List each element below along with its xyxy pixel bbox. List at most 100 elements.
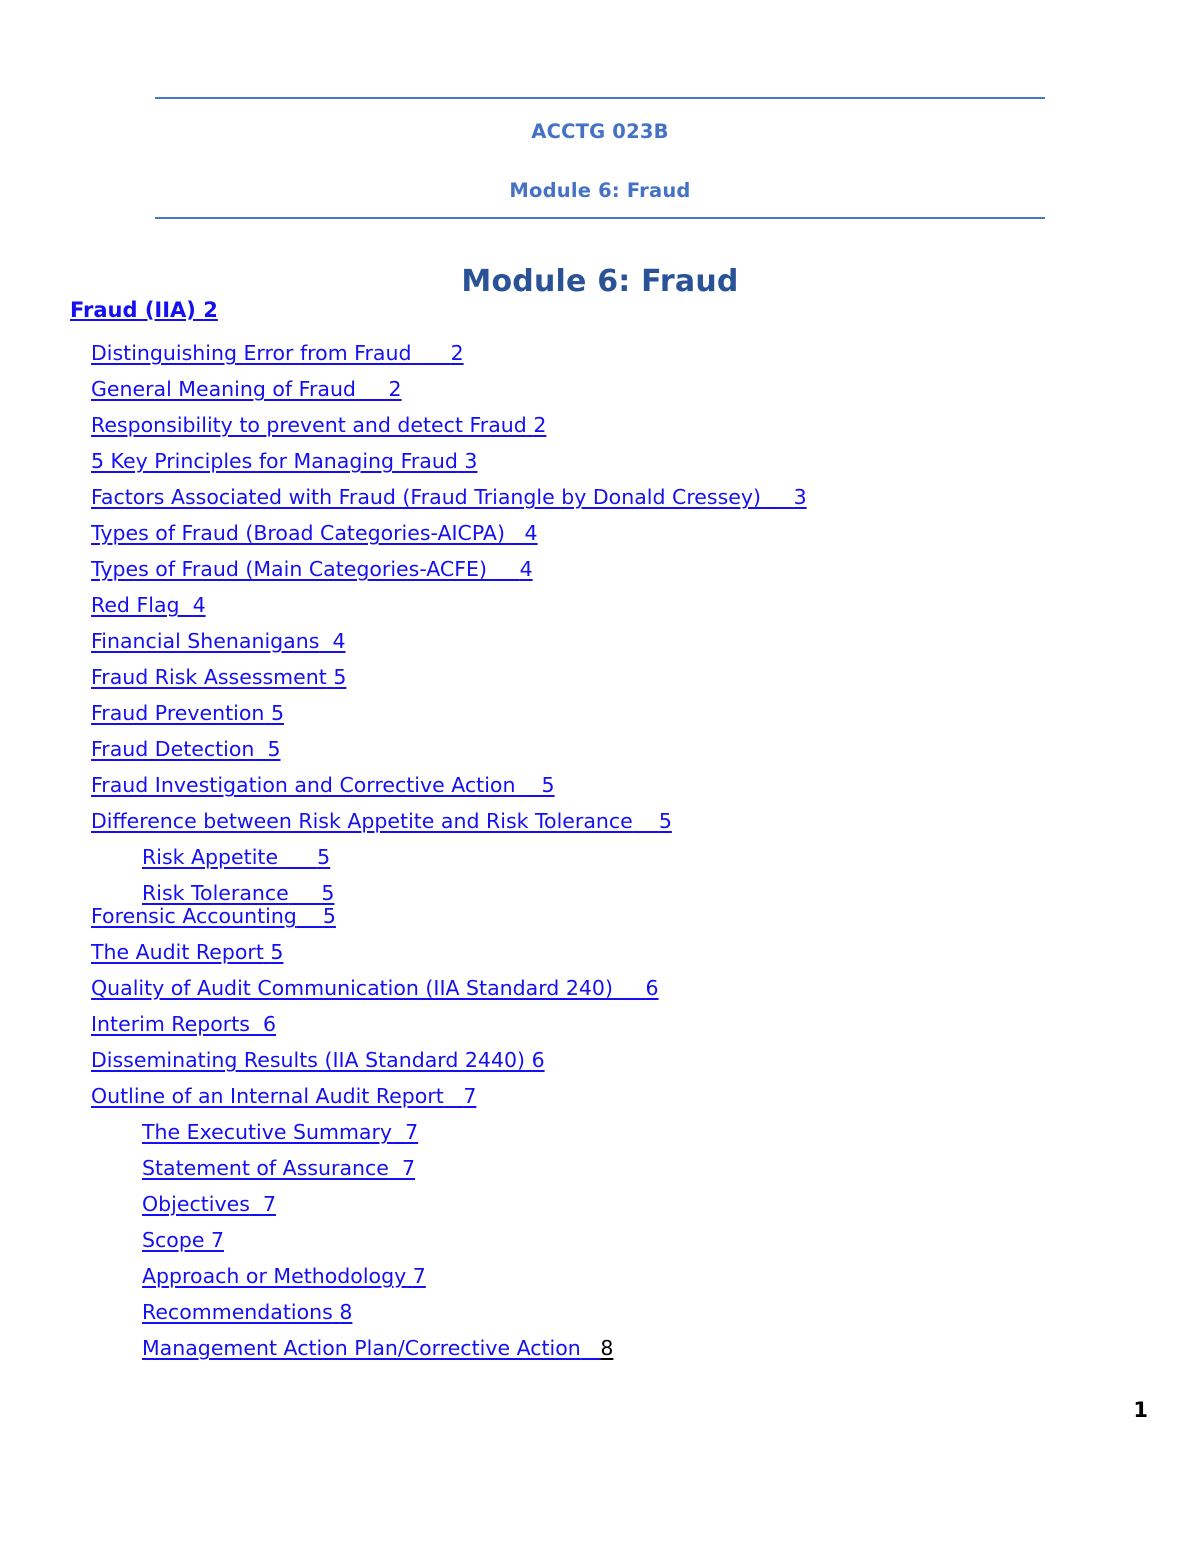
- toc-entry[interactable]: Quality of Audit Communication (IIA Stan…: [91, 978, 1150, 999]
- toc-entry[interactable]: Statement of Assurance 7: [142, 1158, 1150, 1179]
- toc-entry-leader: [389, 1156, 402, 1180]
- toc-entry[interactable]: Interim Reports 6: [91, 1014, 1150, 1035]
- toc-entry[interactable]: Risk Tolerance 5: [142, 883, 1150, 904]
- toc-entry-page-number: 5: [270, 701, 284, 725]
- toc-entry-leader: [633, 809, 659, 833]
- toc-entry[interactable]: Financial Shenanigans 4: [91, 631, 1150, 652]
- toc-entry-page-number: 7: [401, 1156, 416, 1180]
- toc-entry[interactable]: Factors Associated with Fraud (Fraud Tri…: [91, 487, 1150, 508]
- toc-entry-page-number: 5: [333, 665, 347, 689]
- toc-entry[interactable]: Objectives 7: [142, 1194, 1150, 1215]
- toc-entry-label: Types of Fraud (Broad Categories-AICPA): [91, 521, 505, 545]
- toc-entry[interactable]: Outline of an Internal Audit Report 7: [91, 1086, 1150, 1107]
- toc-entry-leader: [319, 629, 332, 653]
- page-title: Module 6: Fraud: [461, 264, 739, 299]
- toc-entry-label: Responsibility to prevent and detect Fra…: [91, 413, 527, 437]
- toc-entry[interactable]: Fraud (IIA) 2: [70, 300, 1150, 321]
- toc-entry-leader: [392, 1120, 405, 1144]
- toc-entry-page-number: 7: [262, 1192, 276, 1216]
- toc-entry-label: Scope: [142, 1228, 205, 1252]
- toc-entry[interactable]: Forensic Accounting 5: [91, 906, 1150, 927]
- toc-entry-label: Outline of an Internal Audit Report: [91, 1084, 444, 1108]
- toc-entry-leader: [250, 1012, 263, 1036]
- toc-entry[interactable]: Types of Fraud (Broad Categories-AICPA) …: [91, 523, 1150, 544]
- toc-entry-label: Difference between Risk Appetite and Ris…: [91, 809, 633, 833]
- toc-entry-label: Types of Fraud (Main Categories-ACFE): [91, 557, 487, 581]
- toc-entry-page-number: 5: [321, 881, 335, 905]
- toc-entry[interactable]: Disseminating Results (IIA Standard 2440…: [91, 1050, 1150, 1071]
- table-of-contents: Fraud (IIA) 2 Distinguishing Error from F…: [70, 300, 1150, 1374]
- toc-entry[interactable]: Fraud Prevention 5: [91, 703, 1150, 724]
- toc-entry-page-number: 3: [793, 485, 807, 509]
- toc-entry-leader: [180, 593, 193, 617]
- toc-entry-leader: [581, 1336, 601, 1360]
- toc-entry[interactable]: Fraud Risk Assessment 5: [91, 667, 1150, 688]
- toc-entry-label: Fraud (IIA): [70, 298, 196, 322]
- toc-entry-leader: [411, 341, 450, 365]
- toc-entry[interactable]: Risk Appetite 5: [142, 847, 1150, 868]
- toc-entry[interactable]: Types of Fraud (Main Categories-ACFE) 4: [91, 559, 1150, 580]
- toc-entry-label: Interim Reports: [91, 1012, 250, 1036]
- toc-entry-leader: [289, 881, 322, 905]
- footer-page-number: 1: [1133, 1398, 1148, 1422]
- toc-entry-page-number: 6: [645, 976, 659, 1000]
- toc-entry[interactable]: Red Flag 4: [91, 595, 1150, 616]
- toc-entry-page-number: 7: [405, 1120, 419, 1144]
- toc-entry-label: 5 Key Principles for Managing Fraud: [91, 449, 458, 473]
- toc-entry-label: The Executive Summary: [142, 1120, 393, 1144]
- toc-entry-label: Disseminating Results (IIA Standard 2440…: [91, 1048, 526, 1072]
- toc-entry-page-number: 2: [533, 413, 547, 437]
- toc-entry-label: Forensic Accounting: [91, 904, 297, 928]
- toc-entry-label: Fraud Investigation and Corrective Actio…: [91, 773, 516, 797]
- toc-entry[interactable]: Fraud Investigation and Corrective Actio…: [91, 775, 1150, 796]
- toc-entry-leader: [254, 737, 267, 761]
- toc-entry-label: Objectives: [142, 1192, 250, 1216]
- toc-entry-page-number: 5: [270, 940, 284, 964]
- toc-entry-label: Distinguishing Error from Fraud: [91, 341, 412, 365]
- toc-entry-page-number: 7: [412, 1264, 426, 1288]
- toc-entry-page-number: 5: [541, 773, 555, 797]
- toc-entry-leader: [613, 976, 646, 1000]
- toc-entry[interactable]: Scope 7: [142, 1230, 1150, 1251]
- toc-entry-page-number: 6: [262, 1012, 277, 1036]
- toc-entry[interactable]: The Executive Summary 7: [142, 1122, 1150, 1143]
- toc-entry-page-number: 5: [317, 845, 331, 869]
- toc-entry-page-number: 6: [531, 1048, 545, 1072]
- toc-entry-page-number: 4: [524, 521, 538, 545]
- header-module-title: Module 6: Fraud: [509, 179, 691, 203]
- toc-entry[interactable]: Recommendations 8: [142, 1302, 1150, 1323]
- toc-entry-page-number: 4: [332, 629, 346, 653]
- toc-entry-label: Red Flag: [91, 593, 180, 617]
- toc-entry-label: The Audit Report: [91, 940, 264, 964]
- toc-entry[interactable]: Management Action Plan/Corrective Action…: [142, 1338, 1150, 1359]
- toc-entry[interactable]: General Meaning of Fraud 2: [91, 379, 1150, 400]
- toc-entry-label: Fraud Detection: [91, 737, 255, 761]
- toc-entry-leader: [297, 904, 323, 928]
- toc-entry-label: Fraud Risk Assessment: [91, 665, 327, 689]
- toc-entry[interactable]: Responsibility to prevent and detect Fra…: [91, 415, 1150, 436]
- toc-entry-label: Fraud Prevention: [91, 701, 265, 725]
- toc-entry[interactable]: The Audit Report 5: [91, 942, 1150, 963]
- toc-entry-page-number: 5: [322, 904, 336, 928]
- toc-entry-page-number: 2: [388, 377, 402, 401]
- toc-entry-page-number: 8: [339, 1300, 353, 1324]
- document-header: ACCTG 023B Module 6: Fraud: [155, 97, 1045, 219]
- toc-entry-page-number: 7: [463, 1084, 477, 1108]
- toc-entry-leader: [250, 1192, 263, 1216]
- toc-entry-leader: [761, 485, 794, 509]
- toc-entry[interactable]: Difference between Risk Appetite and Ris…: [91, 811, 1150, 832]
- toc-entry-label: Risk Appetite: [142, 845, 279, 869]
- toc-entry[interactable]: Distinguishing Error from Fraud 2: [91, 343, 1150, 364]
- header-rule-bottom: [155, 216, 1045, 219]
- header-course-code: ACCTG 023B: [531, 120, 669, 143]
- toc-entry[interactable]: 5 Key Principles for Managing Fraud 3: [91, 451, 1150, 472]
- toc-entry-page-number: 3: [464, 449, 478, 473]
- toc-entry-page-number: 2: [450, 341, 464, 365]
- toc-entry-page-number: 4: [192, 593, 206, 617]
- toc-entry-leader: [487, 557, 520, 581]
- toc-entry-label: General Meaning of Fraud: [91, 377, 356, 401]
- toc-entry[interactable]: Approach or Methodology 7: [142, 1266, 1150, 1287]
- toc-entry-label: Management Action Plan/Corrective Action: [142, 1336, 581, 1360]
- toc-entry[interactable]: Fraud Detection 5: [91, 739, 1150, 760]
- toc-entry-label: Recommendations: [142, 1300, 333, 1324]
